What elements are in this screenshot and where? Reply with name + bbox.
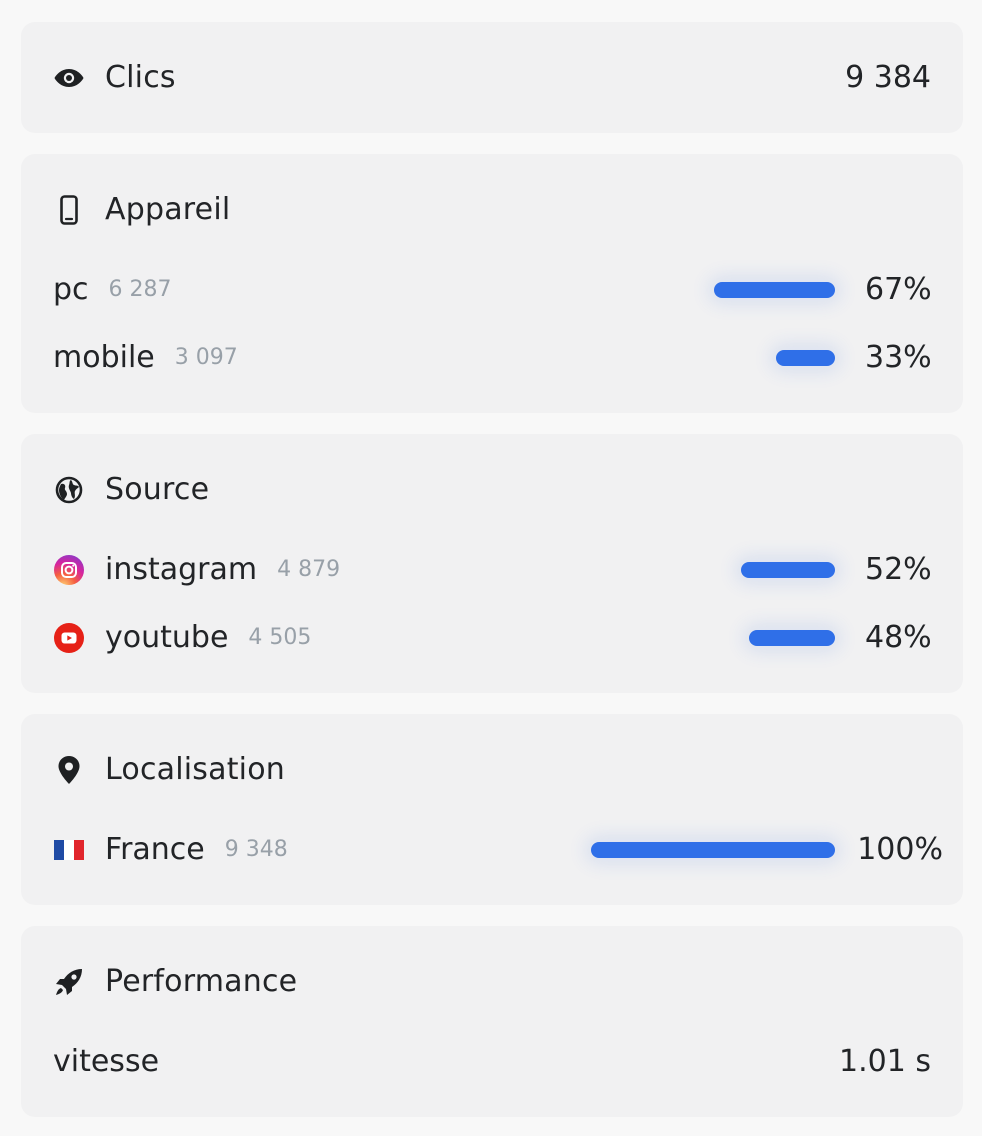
rocket-icon bbox=[53, 966, 85, 998]
location-title: Localisation bbox=[105, 752, 285, 787]
globe-icon bbox=[53, 474, 85, 506]
location-card: Localisation France 9 348 100% bbox=[21, 714, 963, 905]
location-pin-icon bbox=[53, 754, 85, 786]
source-title: Source bbox=[105, 472, 210, 507]
source-pct: 48% bbox=[865, 620, 932, 655]
source-count: 4 505 bbox=[248, 625, 312, 650]
location-row-france: France 9 348 100% bbox=[53, 830, 943, 870]
source-card: Source instagram 4 879 52% youtube 4 505… bbox=[21, 434, 963, 693]
eye-icon bbox=[53, 62, 85, 94]
device-header: Appareil bbox=[53, 190, 931, 230]
source-bar-track bbox=[655, 562, 835, 578]
source-label: instagram bbox=[105, 552, 258, 587]
source-bar bbox=[748, 630, 835, 646]
clics-card: Clics 9 384 bbox=[21, 22, 963, 133]
performance-header: Performance bbox=[53, 962, 931, 1002]
source-header: Source bbox=[53, 470, 931, 510]
device-row-pc: pc 6 287 67% bbox=[53, 270, 932, 310]
source-bar-track bbox=[655, 630, 835, 646]
device-label: mobile bbox=[53, 340, 155, 375]
phone-icon bbox=[53, 194, 85, 226]
performance-row: vitesse 1.01 s bbox=[53, 1042, 931, 1082]
performance-metric-value: 1.01 s bbox=[839, 1044, 931, 1079]
location-count: 9 348 bbox=[224, 837, 288, 862]
device-count: 6 287 bbox=[108, 277, 172, 302]
device-row-mobile: mobile 3 097 33% bbox=[53, 338, 932, 378]
source-bar bbox=[741, 562, 835, 578]
device-bar bbox=[714, 282, 835, 298]
location-header: Localisation bbox=[53, 750, 931, 790]
source-row-youtube: youtube 4 505 48% bbox=[53, 618, 932, 658]
location-bar-track bbox=[591, 842, 835, 858]
performance-card: Performance vitesse 1.01 s bbox=[21, 926, 963, 1117]
location-bar bbox=[591, 842, 835, 858]
device-pct: 67% bbox=[865, 272, 932, 307]
device-title: Appareil bbox=[105, 192, 231, 227]
device-label: pc bbox=[53, 272, 89, 307]
device-count: 3 097 bbox=[174, 345, 238, 370]
france-flag-icon bbox=[53, 834, 85, 866]
device-card: Appareil pc 6 287 67% mobile 3 097 33% bbox=[21, 154, 963, 413]
youtube-icon bbox=[53, 622, 85, 654]
instagram-icon bbox=[53, 554, 85, 586]
clics-value: 9 384 bbox=[845, 60, 931, 95]
source-label: youtube bbox=[105, 620, 229, 655]
performance-title: Performance bbox=[105, 964, 298, 999]
location-pct: 100% bbox=[857, 832, 943, 867]
location-label: France bbox=[105, 832, 205, 867]
source-count: 4 879 bbox=[277, 557, 341, 582]
performance-metric-label: vitesse bbox=[53, 1044, 160, 1079]
clics-title: Clics bbox=[105, 60, 176, 95]
device-bar-track bbox=[655, 282, 835, 298]
source-row-instagram: instagram 4 879 52% bbox=[53, 550, 932, 590]
device-bar bbox=[775, 350, 835, 366]
device-pct: 33% bbox=[865, 340, 932, 375]
source-pct: 52% bbox=[865, 552, 932, 587]
device-bar-track bbox=[655, 350, 835, 366]
clics-row: Clics 9 384 bbox=[53, 58, 931, 98]
stats-panel: Clics 9 384 Appareil pc 6 287 67% mobile… bbox=[0, 0, 982, 1136]
